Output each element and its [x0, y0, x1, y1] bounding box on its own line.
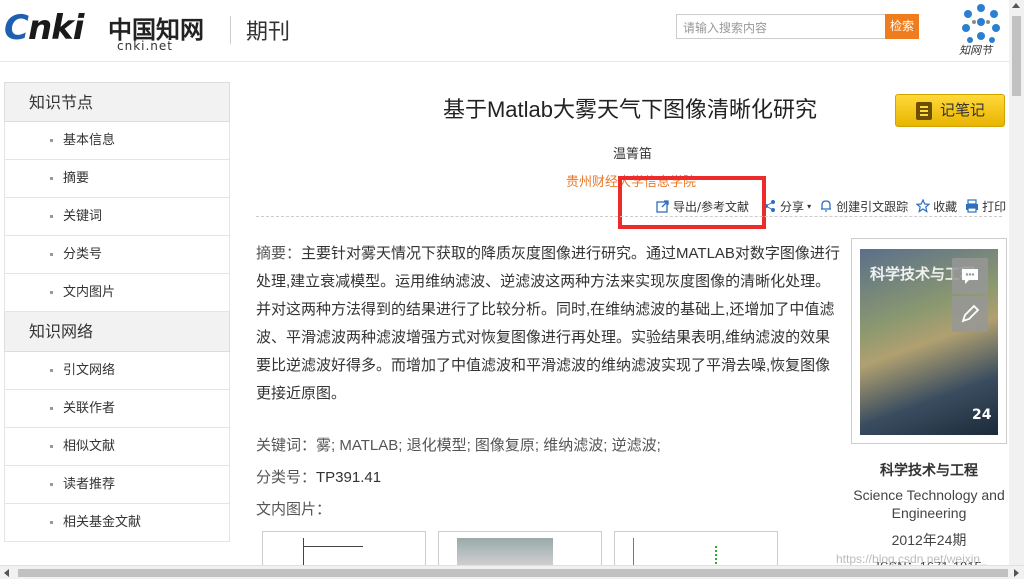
- abstract-paragraph: 摘要：主要针对雾天情况下获取的降质灰度图像进行研究。通过MATLAB对数字图像进…: [256, 240, 840, 408]
- keywords-row: 关键词：雾; MATLAB; 退化模型; 图像复原; 维纳滤波; 逆滤波;: [256, 434, 661, 455]
- take-notes-label: 记笔记: [940, 101, 986, 119]
- scroll-up-icon[interactable]: [1012, 3, 1020, 8]
- chevron-down-icon: ▾: [807, 201, 812, 211]
- favorite-label: 收藏: [933, 199, 958, 214]
- sidebar-item-related-authors[interactable]: 关联作者: [4, 390, 230, 428]
- citation-tracking-button[interactable]: 创建引文跟踪: [819, 198, 908, 215]
- site-header: Cnki 中国知网 cnki.net 期刊 请输入搜索内容 检索 知网节: [0, 0, 1024, 62]
- sidebar-item-fund-docs[interactable]: 相关基金文献: [4, 504, 230, 542]
- search-input[interactable]: 请输入搜索内容: [676, 14, 886, 39]
- search-button[interactable]: 检索: [885, 14, 919, 39]
- sidebar-item-basic-info[interactable]: 基本信息: [4, 122, 230, 160]
- scroll-right-icon[interactable]: [1014, 569, 1019, 577]
- notebook-icon: [916, 102, 932, 120]
- favorite-button[interactable]: 收藏: [915, 198, 958, 215]
- festival-label: 知网节: [959, 44, 992, 57]
- logo-url: cnki.net: [117, 39, 173, 53]
- classification-label: 分类号：: [256, 469, 317, 486]
- keywords-label: 关键词：: [256, 437, 317, 454]
- sidebar-item-keywords[interactable]: 关键词: [4, 198, 230, 236]
- sidebar-item-classification[interactable]: 分类号: [4, 236, 230, 274]
- classification-row: 分类号：TP391.41: [256, 466, 381, 487]
- journal-name-en: Science Technology and Engineering: [853, 487, 1005, 521]
- sidebar: 知识节点 基本信息 摘要 关键词 分类号 文内图片 知识网络 引文网络 关联作者…: [4, 82, 230, 542]
- sidebar-group-title: 知识网络: [4, 312, 230, 352]
- cover-issue-number: 24: [972, 407, 992, 423]
- horizontal-scrollbar[interactable]: [0, 565, 1024, 579]
- cnki-logo[interactable]: Cnki 中国知网 cnki.net: [4, 6, 214, 56]
- journal-name-cn[interactable]: 科学技术与工程: [851, 460, 1007, 480]
- figures-label: 文内图片：: [256, 501, 332, 518]
- printer-icon: [965, 199, 979, 213]
- annotation-highlight-box: [618, 176, 766, 229]
- sidebar-group-title: 知识节点: [4, 82, 230, 122]
- citation-tracking-label: 创建引文跟踪: [836, 199, 909, 214]
- logo-wordmark: Cnki: [4, 8, 84, 48]
- journal-issue[interactable]: 2012年24期: [851, 530, 1007, 550]
- sidebar-item-figures[interactable]: 文内图片: [4, 274, 230, 312]
- sidebar-item-citation-network[interactable]: 引文网络: [4, 352, 230, 390]
- abstract-label: 摘要：: [256, 245, 302, 262]
- header-divider: [230, 16, 231, 44]
- scroll-left-icon[interactable]: [4, 569, 9, 577]
- keywords-list[interactable]: 雾; MATLAB; 退化模型; 图像复原; 维纳滤波; 逆滤波;: [316, 437, 661, 454]
- article-title: 基于Matlab大雾天气下图像清晰化研究: [442, 97, 818, 122]
- vertical-scroll-thumb[interactable]: [1012, 16, 1021, 96]
- share-button[interactable]: 分享 ▾: [763, 198, 811, 215]
- author-link[interactable]: 温箐笛: [613, 143, 652, 162]
- sidebar-item-similar-docs[interactable]: 相似文献: [4, 428, 230, 466]
- watermark: https://blog.csdn.net/weixin_: [836, 552, 987, 566]
- print-label: 打印: [982, 199, 1007, 214]
- divider: [256, 216, 1002, 217]
- classification-code: TP391.41: [316, 469, 382, 486]
- vertical-scrollbar[interactable]: [1009, 0, 1024, 565]
- comment-icon[interactable]: [952, 258, 988, 294]
- share-label: 分享: [780, 199, 805, 214]
- pencil-icon[interactable]: [952, 296, 988, 332]
- sidebar-item-reader-recommend[interactable]: 读者推荐: [4, 466, 230, 504]
- horizontal-scroll-thumb[interactable]: [18, 569, 1008, 577]
- star-icon: [915, 198, 931, 213]
- abstract-text: 主要针对雾天情况下获取的降质灰度图像进行研究。通过MATLAB对数字图像进行处理…: [256, 245, 840, 402]
- bell-icon: [819, 199, 833, 213]
- print-button[interactable]: 打印: [965, 198, 1006, 215]
- take-notes-button[interactable]: 记笔记: [895, 94, 1005, 127]
- section-title[interactable]: 期刊: [246, 14, 290, 46]
- sidebar-item-abstract[interactable]: 摘要: [4, 160, 230, 198]
